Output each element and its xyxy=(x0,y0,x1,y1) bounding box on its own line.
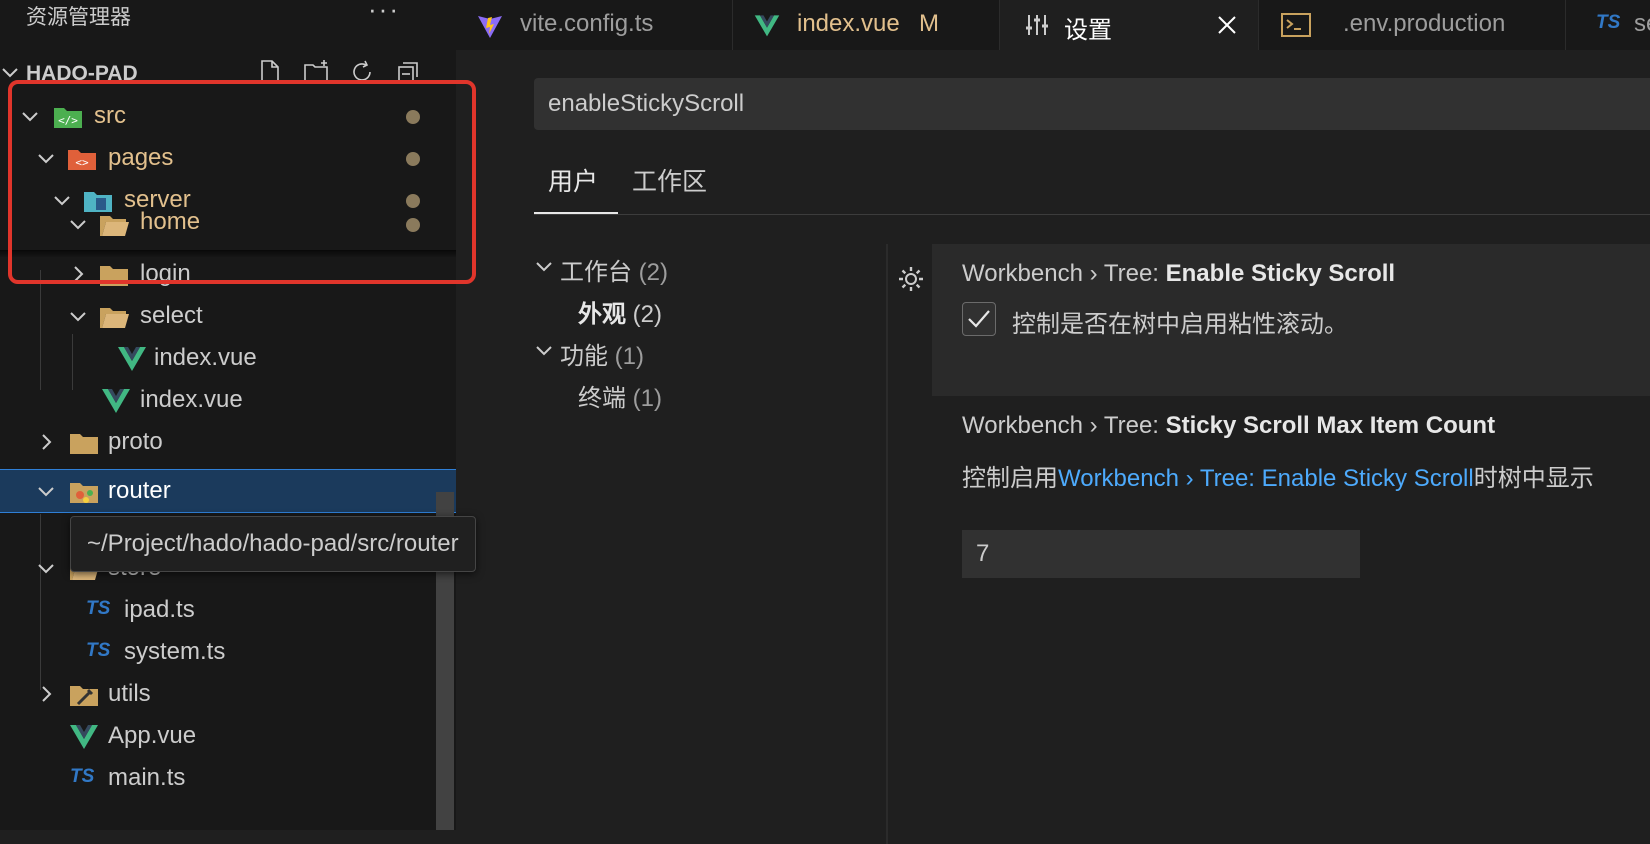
typescript-icon: TS xyxy=(1596,12,1621,33)
toc-item-appearance[interactable]: 外观 (2) xyxy=(578,294,662,329)
typescript-icon: TS xyxy=(70,766,95,787)
description-text: 控制启用 xyxy=(962,465,1058,492)
chevron-right-icon xyxy=(42,686,52,702)
tab-label: 设置 xyxy=(1064,17,1112,44)
active-scope-indicator xyxy=(534,212,618,214)
setting-title: Workbench › Tree: Enable Sticky Scroll xyxy=(962,260,1395,288)
tree-item-router[interactable]: router xyxy=(0,469,456,513)
folder-icon xyxy=(70,434,98,454)
editor-tabbar: vite.config.ts index.vue M 设置 .env.produ… xyxy=(456,0,1650,50)
chevron-down-icon xyxy=(38,487,54,497)
folder-router-icon xyxy=(70,483,98,503)
tab-settings[interactable]: 设置 xyxy=(1000,0,1259,50)
tree-item-label: ipad.ts xyxy=(124,596,195,623)
tree-item-file[interactable]: TS ipad.ts xyxy=(0,588,456,632)
tree-item-utils[interactable]: utils xyxy=(0,672,456,716)
tree-item-label: index.vue xyxy=(140,386,243,413)
toc-item-features[interactable]: 功能 (1) xyxy=(536,336,645,371)
setting-description: 控制启用Workbench › Tree: Enable Sticky Scro… xyxy=(962,458,1594,493)
settings-search-input[interactable]: enableStickyScroll xyxy=(534,78,1650,130)
tree-item-label: select xyxy=(140,302,203,329)
vue-icon xyxy=(118,347,146,371)
toc-count: (2) xyxy=(632,301,663,328)
tab-label: ser xyxy=(1634,10,1650,37)
tree-item-label: utils xyxy=(108,680,151,707)
setting-title: Workbench › Tree: Sticky Scroll Max Item… xyxy=(962,412,1495,440)
tree-item-label: App.vue xyxy=(108,722,197,749)
settings-editor: enableStickyScroll 用户 工作区 工作台 (2) 外观 (2)… xyxy=(456,50,1650,844)
tree-item-label: system.ts xyxy=(124,638,226,665)
toc-item-terminal[interactable]: 终端 (1) xyxy=(578,378,662,413)
toc-label: 外观 xyxy=(578,301,626,328)
tree-item-proto[interactable]: proto xyxy=(0,420,456,464)
toc-count: (1) xyxy=(614,343,645,370)
more-actions-icon[interactable]: ··· xyxy=(368,0,400,25)
input-value: 7 xyxy=(976,540,990,567)
modified-badge: M xyxy=(919,10,939,37)
search-query: enableStickyScroll xyxy=(548,90,745,117)
tree-item-select[interactable]: select xyxy=(0,294,456,338)
chevron-down-icon xyxy=(70,312,86,322)
toc-label: 终端 xyxy=(578,385,626,412)
checkmark-icon xyxy=(968,310,990,328)
tree-item-file[interactable]: index.vue xyxy=(0,336,456,380)
tree-item-file[interactable]: App.vue xyxy=(0,714,456,758)
description-text: 时树中显示 xyxy=(1473,465,1594,492)
toc-label: 功能 xyxy=(560,343,608,370)
chevron-down-icon xyxy=(2,68,18,78)
tree-item-label: main.ts xyxy=(108,764,186,791)
tab-workspace-scope[interactable]: 工作区 xyxy=(632,162,707,198)
setting-name: Enable Sticky Scroll xyxy=(1165,260,1396,287)
tab-ts-file[interactable]: TS ser xyxy=(1566,0,1650,50)
chevron-down-icon xyxy=(536,262,552,272)
tab-user-scope[interactable]: 用户 xyxy=(548,162,598,198)
terminal-icon xyxy=(1281,13,1311,37)
typescript-icon: TS xyxy=(86,598,111,619)
max-item-count-input[interactable]: 7 xyxy=(962,530,1360,578)
chevron-right-icon xyxy=(42,434,52,450)
tree-item-file[interactable]: TS main.ts xyxy=(0,756,456,800)
tree-item-label: index.vue xyxy=(154,344,257,371)
vue-icon xyxy=(754,15,780,37)
tree-item-file[interactable]: TS system.ts xyxy=(0,630,456,674)
explorer-header: 资源管理器 xyxy=(26,0,426,32)
chevron-down-icon xyxy=(38,564,54,574)
tree-item-label: router xyxy=(108,477,171,504)
folder-open-icon xyxy=(100,308,129,328)
setting-link[interactable]: Workbench › Tree: Enable Sticky Scroll xyxy=(1058,465,1474,492)
tab-label: index.vue xyxy=(797,10,900,37)
tree-item-file[interactable]: index.vue xyxy=(0,378,456,422)
close-icon[interactable] xyxy=(1216,14,1238,36)
toc-item-workbench[interactable]: 工作台 (2) xyxy=(536,252,669,287)
tab-label: vite.config.ts xyxy=(520,10,654,37)
toc-count: (1) xyxy=(632,385,663,412)
sticky-scroll-checkbox[interactable] xyxy=(962,302,996,336)
chevron-down-icon xyxy=(536,346,552,356)
toc-label: 工作台 xyxy=(560,259,632,286)
typescript-icon: TS xyxy=(86,640,111,661)
path-tooltip: ~/Project/hado/hado-pad/src/router xyxy=(70,516,476,572)
setting-category: Workbench › Tree: xyxy=(962,260,1166,287)
gear-icon[interactable] xyxy=(896,264,926,294)
explorer-title: 资源管理器 xyxy=(26,6,131,29)
toc-count: (2) xyxy=(638,259,669,286)
tab-label: .env.production xyxy=(1343,10,1506,37)
setting-category: Workbench › Tree: xyxy=(962,412,1166,439)
annotation-highlight-box xyxy=(8,80,476,284)
tab-vite-config[interactable]: vite.config.ts xyxy=(456,0,733,50)
setting-description: 控制是否在树中启用粘性滚动。 xyxy=(1012,311,1348,338)
vue-icon xyxy=(70,725,98,749)
folder-utils-icon xyxy=(70,686,98,706)
vite-icon xyxy=(478,16,502,38)
tree-item-label: proto xyxy=(108,428,163,455)
settings-sliders-icon xyxy=(1026,15,1048,35)
tab-env-production[interactable]: .env.production xyxy=(1259,0,1566,50)
toc-divider xyxy=(886,244,888,844)
scope-tabs-divider xyxy=(534,214,1650,215)
vue-icon xyxy=(102,389,130,413)
tab-index-vue[interactable]: index.vue M xyxy=(733,0,1000,50)
setting-name: Sticky Scroll Max Item Count xyxy=(1165,412,1496,439)
